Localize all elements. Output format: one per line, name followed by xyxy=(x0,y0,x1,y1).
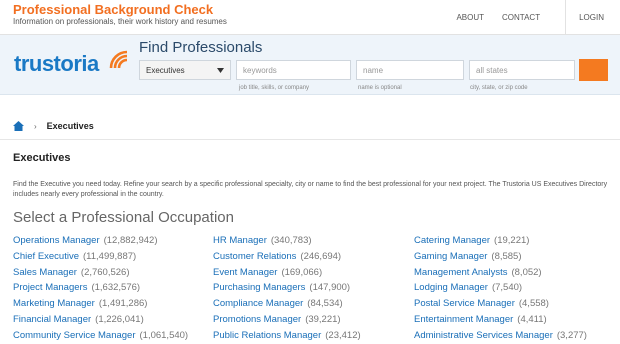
occupation-link[interactable]: Management Analysts xyxy=(414,267,507,278)
page-title: Executives xyxy=(13,152,71,164)
name-input[interactable]: name xyxy=(356,60,464,80)
keywords-hint: job title, skills, or company xyxy=(239,85,310,91)
occupation-item: HR Manager (340,783) xyxy=(213,233,414,249)
occupation-item: Administrative Services Manager (3,277) xyxy=(414,328,620,344)
occupation-item: Purchasing Managers (147,900) xyxy=(213,280,414,296)
occupation-link[interactable]: Compliance Manager xyxy=(213,298,303,309)
occupation-count: (1,061,540) xyxy=(139,329,189,341)
occupation-item: Chief Executive (11,499,887) xyxy=(13,249,213,265)
occupation-item: Compliance Manager (84,534) xyxy=(213,296,414,312)
category-select-value: Executives xyxy=(146,65,185,75)
occupation-link[interactable]: Lodging Manager xyxy=(414,282,488,293)
occupation-list: Operations Manager (12,882,942) HR Manager… xyxy=(13,233,620,344)
breadcrumb: › Executives xyxy=(13,121,94,131)
breadcrumb-divider xyxy=(0,139,620,140)
occupation-link[interactable]: Marketing Manager xyxy=(13,298,95,309)
occupation-item: Management Analysts (8,052) xyxy=(414,265,620,281)
occupation-link[interactable]: Financial Manager xyxy=(13,314,91,325)
occupation-count: (12,882,942) xyxy=(103,235,158,246)
occupation-link[interactable]: HR Manager xyxy=(213,235,267,246)
occupation-link[interactable]: Postal Service Manager xyxy=(414,298,515,309)
occupation-link[interactable]: Administrative Services Manager xyxy=(414,330,553,341)
category-select[interactable]: Executives xyxy=(139,60,231,80)
occupations-heading: Select a Professional Occupation xyxy=(13,209,234,226)
occupation-item: Postal Service Manager (4,558) xyxy=(414,296,620,312)
occupation-count: (8,052) xyxy=(511,266,542,278)
occupation-item: Public Relations Manager (23,412) xyxy=(213,328,414,344)
trustoria-logo[interactable]: trustoria xyxy=(14,48,128,82)
occupation-item: Entertainment Manager (4,411) xyxy=(414,312,620,328)
top-bar: Professional Background Check Informatio… xyxy=(0,0,620,35)
nav-about-link[interactable]: ABOUT xyxy=(447,13,493,22)
occupation-count: (8,585) xyxy=(491,250,522,262)
occupation-item: Promotions Manager (39,221) xyxy=(213,312,414,328)
occupation-count: (23,412) xyxy=(325,329,361,341)
occupation-count: (4,411) xyxy=(517,313,547,325)
occupation-count: (147,900) xyxy=(309,282,351,294)
occupation-item: Project Managers (1,632,576) xyxy=(13,280,213,296)
occupation-count: (7,540) xyxy=(491,282,523,294)
chevron-down-icon xyxy=(217,67,224,73)
nav-contact-link[interactable]: CONTACT xyxy=(493,13,549,22)
breadcrumb-current: Executives xyxy=(46,121,94,131)
occupation-link[interactable]: Community Service Manager xyxy=(13,330,136,341)
name-hint: name is optional xyxy=(358,85,402,91)
site-title[interactable]: Professional Background Check xyxy=(13,2,213,17)
site-tagline: Information on professionals, their work… xyxy=(13,17,227,26)
occupation-count: (4,558) xyxy=(518,298,549,310)
occupation-link[interactable]: Sales Manager xyxy=(13,267,77,278)
occupation-link[interactable]: Project Managers xyxy=(13,282,87,293)
occupation-link[interactable]: Public Relations Manager xyxy=(213,330,321,341)
logo-text: trustoria xyxy=(14,51,99,76)
location-input[interactable]: all states xyxy=(469,60,575,80)
search-form: Executives keywords name all states xyxy=(139,59,608,82)
hero-title: Find Professionals xyxy=(139,39,263,56)
top-nav: ABOUT CONTACT LOGIN xyxy=(447,0,620,34)
occupation-count: (1,632,576) xyxy=(91,282,141,294)
occupation-count: (19,221) xyxy=(494,235,530,246)
breadcrumb-chevron-icon: › xyxy=(34,121,37,131)
occupation-item: Lodging Manager (7,540) xyxy=(414,280,620,296)
occupation-item: Event Manager (169,066) xyxy=(213,265,414,281)
occupation-item: Catering Manager (19,221) xyxy=(414,233,620,249)
occupation-count: (340,783) xyxy=(270,235,312,246)
occupation-link[interactable]: Promotions Manager xyxy=(213,314,301,325)
occupation-link[interactable]: Entertainment Manager xyxy=(414,314,513,325)
occupation-item: Financial Manager (1,226,041) xyxy=(13,312,213,328)
occupation-item: Community Service Manager (1,061,540) xyxy=(13,328,213,344)
occupation-count: (2,760,526) xyxy=(80,266,130,278)
search-button[interactable] xyxy=(579,59,608,81)
occupation-link[interactable]: Catering Manager xyxy=(414,235,490,246)
location-hint: city, state, or zip code xyxy=(470,85,528,91)
occupation-link[interactable]: Event Manager xyxy=(213,267,277,278)
occupation-link[interactable]: Purchasing Managers xyxy=(213,282,305,293)
occupation-count: (169,066) xyxy=(281,266,323,278)
keywords-input[interactable]: keywords xyxy=(236,60,351,80)
occupation-item: Customer Relations (246,694) xyxy=(213,249,414,265)
occupation-item: Marketing Manager (1,491,286) xyxy=(13,296,213,312)
occupation-count: (11,499,887) xyxy=(83,250,137,262)
occupation-item: Operations Manager (12,882,942) xyxy=(13,233,213,249)
occupation-count: (3,277) xyxy=(556,329,587,341)
occupation-count: (1,491,286) xyxy=(98,298,148,310)
occupation-count: (246,694) xyxy=(300,250,342,262)
occupation-count: (1,226,041) xyxy=(95,313,144,325)
intro-text: Find the Executive you need today. Refin… xyxy=(13,181,608,198)
occupation-count: (84,534) xyxy=(307,298,343,310)
occupation-link[interactable]: Gaming Manager xyxy=(414,251,487,262)
occupation-link[interactable]: Customer Relations xyxy=(213,251,296,262)
home-icon[interactable] xyxy=(13,121,24,131)
occupation-link[interactable]: Operations Manager xyxy=(13,235,100,246)
occupation-count: (39,221) xyxy=(305,313,341,325)
search-hero: trustoria Find Professionals Executives … xyxy=(0,35,620,95)
occupation-item: Gaming Manager (8,585) xyxy=(414,249,620,265)
nav-login-link[interactable]: LOGIN xyxy=(566,13,620,22)
occupation-link[interactable]: Chief Executive xyxy=(13,251,79,262)
logo-mark-icon xyxy=(109,50,128,69)
occupation-item: Sales Manager (2,760,526) xyxy=(13,265,213,281)
